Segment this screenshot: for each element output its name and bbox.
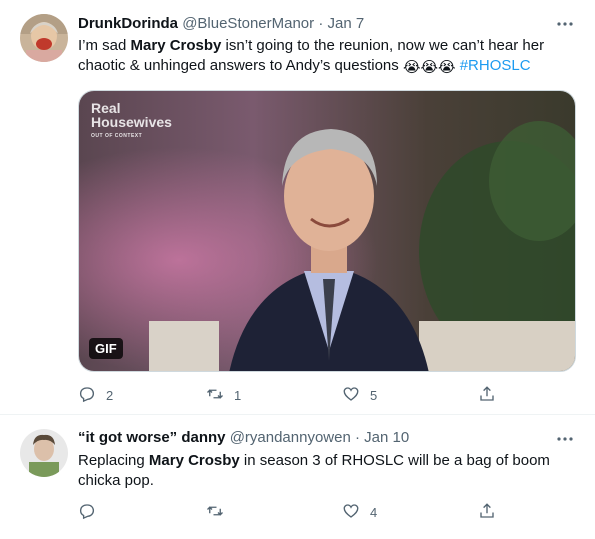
tweet-date[interactable]: Jan 7 xyxy=(328,15,365,32)
hashtag-link[interactable]: #RHOSLC xyxy=(460,57,531,74)
tweet-actions: 2 1 5 xyxy=(78,385,498,405)
heart-icon xyxy=(342,385,360,406)
heart-icon xyxy=(342,502,360,523)
like-button[interactable]: 5 xyxy=(342,385,377,405)
share-icon xyxy=(478,502,496,523)
reply-bubble-icon xyxy=(78,385,96,406)
reply-button[interactable] xyxy=(78,502,106,522)
user-handle[interactable]: @ryandannyowen xyxy=(230,429,351,446)
share-button[interactable] xyxy=(478,385,496,405)
reply-bubble-icon xyxy=(78,502,96,523)
crying-emoji: 😭😭😭 xyxy=(402,59,456,76)
tweet-date[interactable]: Jan 10 xyxy=(364,429,409,446)
mention-name: Mary Crosby xyxy=(130,37,222,54)
avatar[interactable] xyxy=(20,429,68,477)
tweet-text: Replacing Mary Crosby in season 3 of RHO… xyxy=(78,451,573,491)
tweet-text-part: Replacing xyxy=(78,452,149,469)
tweet[interactable]: DrunkDorinda @BlueStonerManor · Jan 7 I’… xyxy=(0,0,595,415)
tweet-actions: 4 xyxy=(78,502,498,522)
retweet-button[interactable] xyxy=(206,502,234,522)
tweet-text-part: I’m sad xyxy=(78,37,131,54)
retweet-button[interactable]: 1 xyxy=(206,385,241,405)
retweet-count: 1 xyxy=(234,387,242,403)
more-dots-icon[interactable] xyxy=(555,429,575,449)
reply-button[interactable]: 2 xyxy=(78,385,113,405)
separator: · xyxy=(318,15,324,32)
like-button[interactable]: 4 xyxy=(342,502,377,522)
reply-count: 2 xyxy=(106,387,114,403)
separator: · xyxy=(355,429,360,446)
tweet-header: “it got worse” danny @ryandannyowen · Ja… xyxy=(78,428,409,448)
watermark-logo: Real Housewives OUT OF CONTEXT xyxy=(91,101,172,143)
tweet-text: I’m sad Mary Crosby isn’t going to the r… xyxy=(78,36,573,78)
mention-name: Mary Crosby xyxy=(148,452,240,469)
like-count: 5 xyxy=(370,387,378,403)
watermark-text: OUT OF CONTEXT xyxy=(91,133,143,139)
retweet-icon xyxy=(206,385,224,406)
share-icon xyxy=(478,385,496,406)
tweet-header: DrunkDorinda @BlueStonerManor · Jan 7 xyxy=(78,14,364,34)
share-button[interactable] xyxy=(478,502,496,522)
watermark-text: Housewives xyxy=(91,114,172,130)
display-name[interactable]: DrunkDorinda xyxy=(78,15,178,32)
tweet[interactable]: “it got worse” danny @ryandannyowen · Ja… xyxy=(0,415,595,539)
more-dots-icon[interactable] xyxy=(555,14,575,34)
gif-badge: GIF xyxy=(89,338,123,359)
avatar[interactable] xyxy=(20,14,68,62)
watermark-text: Real xyxy=(91,100,121,116)
retweet-icon xyxy=(206,502,224,523)
gif-media[interactable]: Real Housewives OUT OF CONTEXT GIF xyxy=(78,90,576,372)
display-name[interactable]: “it got worse” danny xyxy=(78,429,226,446)
user-handle[interactable]: @BlueStonerManor xyxy=(182,15,314,32)
like-count: 4 xyxy=(370,504,378,520)
